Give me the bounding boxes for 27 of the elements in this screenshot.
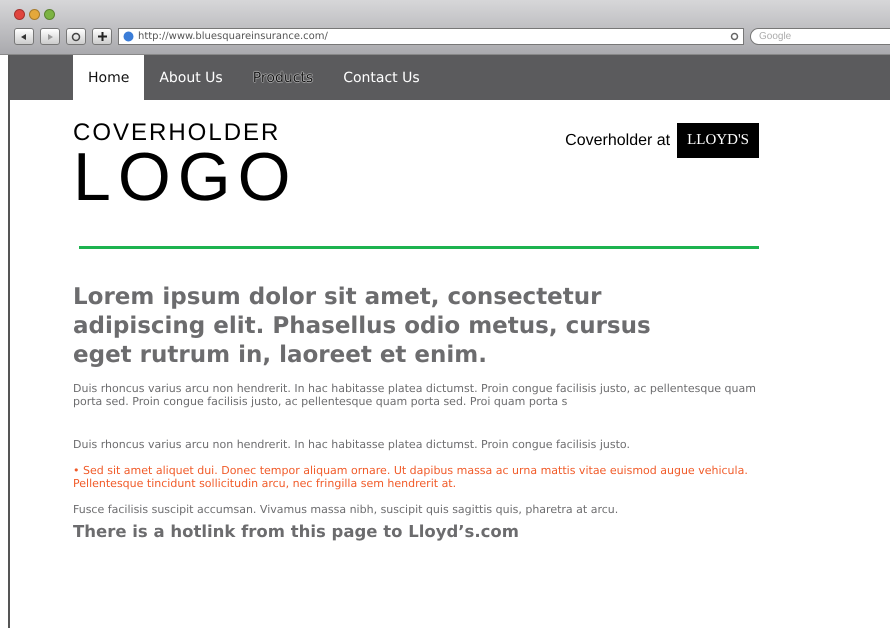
globe-icon xyxy=(123,31,134,42)
zoom-icon[interactable] xyxy=(44,9,55,20)
nav-tab[interactable]: Contact Us xyxy=(328,55,435,100)
lloyds-logo: LLOYD'S xyxy=(677,123,759,158)
paragraph: Duis rhoncus varius arcu non hendrerit. In hac habitasse platea dictumst. Proin congue facilisis justo, ac pellentesque quam porta sed. Proin congue facilisis justo, ac pellentesque quam porta sed. Proi quam porta s xyxy=(73,382,757,408)
right-arrow-icon xyxy=(46,32,54,40)
paragraph: • Sed sit amet aliquet dui. Donec tempor aliquam ornare. Ut dapibus massa ac urna mattis vitae euismod augue vehicula. Pellentesque tincidunt sollicitudin arcu, nec fringilla sem hendrerit at. xyxy=(73,464,749,490)
search-field[interactable]: Google xyxy=(750,28,890,45)
left-arrow-icon xyxy=(20,32,28,40)
logo-text: COVERHOLDER xyxy=(73,120,282,146)
plus-icon xyxy=(98,32,106,41)
nav-tab[interactable]: Home xyxy=(73,55,144,100)
reload-icon[interactable] xyxy=(730,32,739,41)
back-button[interactable] xyxy=(14,28,34,45)
headline: Lorem ipsum dolor sit amet, consectetur adipiscing elit. Phasellus odio metus, cursus eget rutrum in, laoreet et enim. xyxy=(73,283,652,370)
reload-button[interactable] xyxy=(66,28,86,45)
forward-button[interactable] xyxy=(40,28,60,45)
paragraph: Fusce facilisis suscipit accumsan. Vivamus massa nibh, suscipit quis sagittis quis, pharetra at arcu. xyxy=(73,503,620,516)
subheading: There is a hotlink from this page to Lloyd’s.com xyxy=(73,522,520,541)
nav-tab[interactable]: About Us xyxy=(144,55,238,100)
add-button[interactable] xyxy=(92,28,112,45)
reload-icon xyxy=(71,32,81,42)
paragraph: Duis rhoncus varius arcu non hendrerit. In hac habitasse platea dictumst. Proin congue facilisis justo. xyxy=(73,438,631,451)
coverholder-label: Coverholder at xyxy=(565,132,670,150)
logo-text: LOGO xyxy=(73,146,298,208)
close-icon[interactable] xyxy=(14,9,25,20)
address-bar[interactable]: http://www.bluesquareinsurance.com/ xyxy=(118,28,744,45)
